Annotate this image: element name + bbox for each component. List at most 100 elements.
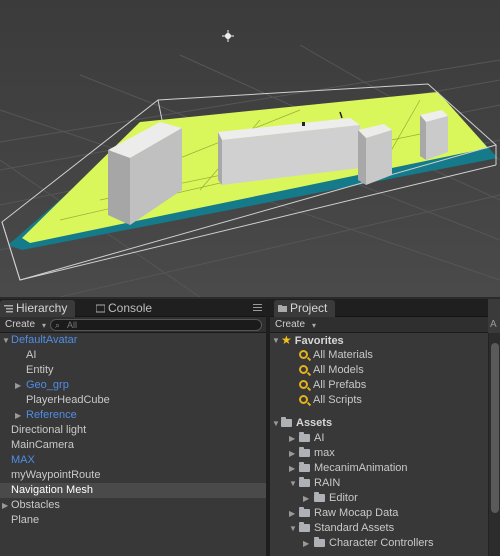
favorite-item-label: All Models — [313, 364, 364, 376]
project-right-pane: A — [488, 299, 500, 333]
hierarchy-item-obstacles[interactable]: ▶ Obstacles — [0, 498, 266, 513]
hierarchy-search-input[interactable]: ⌕ All — [50, 319, 262, 331]
hierarchy-item-label: DefaultAvatar — [11, 334, 78, 346]
asset-folder-label: AI — [314, 432, 325, 444]
panel-menu-icon[interactable] — [253, 304, 262, 312]
star-icon: ★ — [281, 333, 292, 347]
hierarchy-item-label: Obstacles — [11, 499, 60, 511]
expand-arrow-icon[interactable]: ▼ — [2, 333, 10, 348]
favorite-item-all-prefabs[interactable]: All Prefabs — [270, 378, 488, 393]
search-icon — [299, 380, 308, 389]
tab-hierarchy[interactable]: Hierarchy — [0, 300, 76, 317]
console-tab-icon — [96, 304, 105, 313]
asset-folder-standard-assets[interactable]: ▼ Standard Assets — [270, 521, 488, 536]
hierarchy-item-playerheadcube[interactable]: PlayerHeadCube — [0, 393, 266, 408]
folder-icon — [299, 462, 310, 472]
folder-icon — [299, 477, 310, 487]
favorites-header[interactable]: ▼ ★ Favorites — [270, 333, 488, 348]
project-scrollbar[interactable] — [488, 333, 500, 556]
tab-console[interactable]: Console — [92, 300, 160, 317]
hierarchy-item-ai[interactable]: AI — [0, 348, 266, 363]
favorite-item-all-materials[interactable]: All Materials — [270, 348, 488, 363]
project-tabbar: Project — [270, 299, 500, 317]
hierarchy-item-geo-grp[interactable]: ▶ Geo_grp — [0, 378, 266, 393]
collapse-arrow-icon[interactable]: ▶ — [289, 461, 295, 476]
assets-label: Assets — [296, 417, 333, 429]
hierarchy-list: ▼ DefaultAvatar AI Entity ▶ Geo_grp Play… — [0, 333, 266, 528]
hierarchy-search-placeholder: All — [67, 320, 78, 330]
project-create-button[interactable]: Create ▾ — [273, 318, 319, 332]
hierarchy-item-label: myWaypointRoute — [11, 469, 101, 481]
project-create-label: Create — [275, 319, 306, 330]
hierarchy-item-label: Entity — [26, 364, 54, 376]
hierarchy-create-button[interactable]: Create ▾ — [3, 318, 49, 332]
expand-arrow-icon[interactable]: ▼ — [289, 521, 297, 536]
hierarchy-item-reference[interactable]: ▶ Reference — [0, 408, 266, 423]
search-icon — [299, 395, 308, 404]
project-tree: ▼ ★ Favorites All Materials All Models Al… — [270, 333, 488, 556]
favorite-item-all-models[interactable]: All Models — [270, 363, 488, 378]
collapse-arrow-icon[interactable]: ▶ — [289, 446, 295, 461]
scene-view[interactable] — [0, 0, 500, 297]
asset-folder-character-controllers[interactable]: ▶ Character Controllers — [270, 536, 488, 551]
hierarchy-panel: Hierarchy Console Create ▾ ⌕ All ▼ Defau… — [0, 299, 266, 556]
scene-canvas[interactable] — [0, 0, 500, 297]
asset-folder-mecanimanimation[interactable]: ▶ MecanimAnimation — [270, 461, 488, 476]
folder-icon — [299, 507, 310, 517]
hierarchy-item-max[interactable]: MAX — [0, 453, 266, 468]
asset-folder-label: Character Controllers — [329, 537, 434, 549]
chevron-down-icon: ▾ — [312, 321, 317, 330]
hierarchy-item-maincamera[interactable]: MainCamera — [0, 438, 266, 453]
collapse-arrow-icon[interactable]: ▶ — [303, 491, 309, 506]
search-icon: ⌕ — [55, 320, 61, 330]
expand-arrow-icon[interactable]: ▼ — [272, 333, 280, 348]
tab-hierarchy-label: Hierarchy — [16, 301, 68, 315]
expand-arrow-icon[interactable]: ▼ — [289, 476, 297, 491]
collapse-arrow-icon[interactable]: ▶ — [15, 378, 21, 393]
project-tab-icon — [278, 305, 287, 312]
hierarchy-item-label: Navigation Mesh — [11, 484, 93, 496]
folder-icon — [314, 492, 325, 502]
asset-folder-rain[interactable]: ▼ RAIN — [270, 476, 488, 491]
hierarchy-toolbar: Create ▾ ⌕ All — [0, 317, 266, 333]
search-icon — [299, 365, 308, 374]
hierarchy-item-mywaypointroute[interactable]: myWaypointRoute — [0, 468, 266, 483]
hierarchy-item-plane[interactable]: Plane — [0, 513, 266, 528]
hierarchy-item-label: AI — [26, 349, 37, 361]
collapse-arrow-icon[interactable]: ▶ — [303, 536, 309, 551]
folder-icon — [299, 432, 310, 442]
search-icon — [299, 350, 308, 359]
tab-project[interactable]: Project — [274, 300, 336, 317]
hierarchy-item-directional-light[interactable]: Directional light — [0, 423, 266, 438]
folder-icon — [314, 537, 325, 547]
hierarchy-item-defaultavatar[interactable]: ▼ DefaultAvatar — [0, 333, 266, 348]
hierarchy-item-label: Plane — [11, 514, 40, 526]
collapse-arrow-icon[interactable]: ▶ — [2, 498, 8, 513]
favorites-label: Favorites — [294, 335, 344, 347]
hierarchy-item-navigation-mesh[interactable]: Navigation Mesh — [0, 483, 266, 498]
collapse-arrow-icon[interactable]: ▶ — [289, 506, 295, 521]
favorite-item-label: All Scripts — [313, 394, 362, 406]
asset-folder-editor[interactable]: ▶ Editor — [270, 491, 488, 506]
folder-icon — [299, 447, 310, 457]
asset-folder-label: Editor — [329, 492, 358, 504]
collapse-arrow-icon[interactable]: ▶ — [289, 431, 295, 446]
asset-folder-raw-mocap-data[interactable]: ▶ Raw Mocap Data — [270, 506, 488, 521]
hierarchy-item-label: Geo_grp — [26, 379, 69, 391]
folder-icon — [299, 522, 310, 532]
asset-folder-ai[interactable]: ▶ AI — [270, 431, 488, 446]
scrollbar-thumb[interactable] — [491, 343, 499, 513]
chevron-down-icon: ▾ — [42, 321, 47, 330]
folder-icon — [281, 417, 292, 427]
expand-arrow-icon[interactable]: ▼ — [272, 416, 280, 431]
collapse-arrow-icon[interactable]: ▶ — [15, 408, 21, 423]
favorite-item-all-scripts[interactable]: All Scripts — [270, 393, 488, 408]
tab-project-label: Project — [290, 301, 328, 315]
asset-folder-max[interactable]: ▶ max — [270, 446, 488, 461]
asset-folder-label: MecanimAnimation — [314, 462, 408, 474]
hierarchy-item-entity[interactable]: Entity — [0, 363, 266, 378]
hierarchy-item-label: MAX — [11, 454, 35, 466]
hierarchy-item-label: PlayerHeadCube — [26, 394, 110, 406]
assets-header[interactable]: ▼ Assets — [270, 416, 488, 431]
favorite-item-label: All Prefabs — [313, 379, 367, 391]
